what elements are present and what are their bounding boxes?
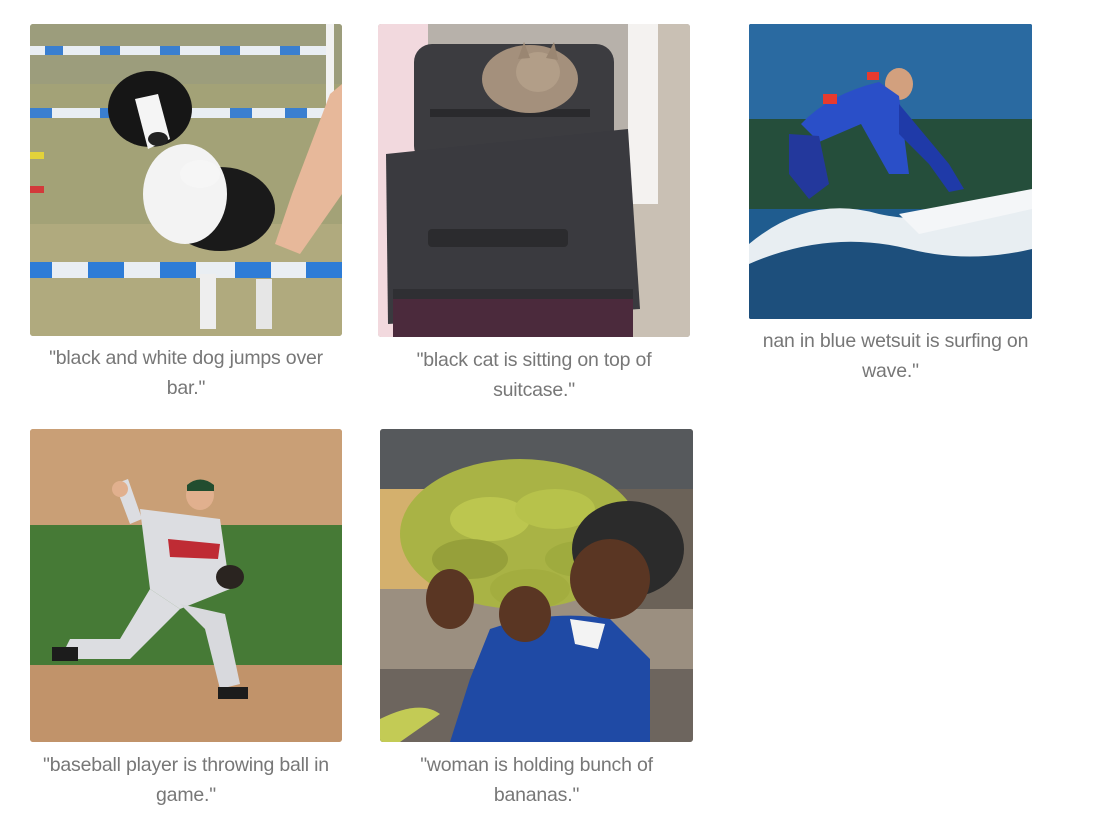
cat-on-suitcase-photo[interactable] [378, 24, 690, 337]
bananas-caption: "woman is holding bunch of bananas." [420, 754, 653, 806]
dog-jumping-over-bar-photo[interactable] [30, 24, 342, 336]
baseball-caption: "baseball player is throwing ball in gam… [43, 754, 329, 806]
dog-caption: "black and white dog jumps over bar." [49, 347, 323, 399]
baseball-pitcher-photo[interactable] [30, 429, 342, 742]
woman-holding-bananas-photo[interactable] [380, 429, 693, 742]
surfer-caption-line1: nan in blue wetsuit is surfing on [762, 330, 1029, 352]
surfer-on-wave-photo[interactable] [749, 24, 1032, 319]
cat-caption: "black cat is sitting on top of suitcase… [416, 349, 652, 401]
surfer-caption-line2: wave." [862, 360, 919, 382]
